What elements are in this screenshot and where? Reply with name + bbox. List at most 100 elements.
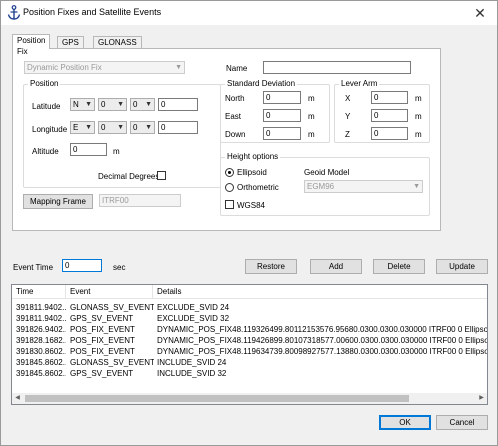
ellipsoid-radio[interactable]	[225, 168, 234, 177]
lever-x-input[interactable]: 0	[371, 91, 408, 104]
position-fix-panel: Dynamic Position Fix ▼ Name Position Lat…	[12, 48, 441, 231]
time-cell: 391828.1682...	[16, 336, 66, 345]
events-table[interactable]: Time Event Details 391811.9402... GLONASS…	[11, 284, 488, 405]
orthometric-label: Orthometric	[237, 183, 279, 192]
latitude-minutes-select[interactable]: 0 ▼	[130, 98, 155, 111]
longitude-label: Longitude	[32, 125, 68, 134]
longitude-hemisphere-select[interactable]: E ▼	[70, 121, 95, 134]
lever-y-label: Y	[345, 112, 351, 121]
decimal-degrees-checkbox[interactable]	[157, 171, 166, 180]
scrollbar-thumb[interactable]	[25, 395, 409, 402]
chevron-down-icon: ▼	[117, 101, 124, 108]
lever-z-input[interactable]: 0	[371, 127, 408, 140]
north-unit: m	[308, 94, 315, 103]
chevron-down-icon: ▼	[117, 124, 124, 131]
north-label: North	[225, 94, 245, 103]
details-cell: INCLUDE_SVID 24	[157, 358, 227, 367]
chevron-down-icon: ▼	[85, 101, 92, 108]
longitude-seconds-input[interactable]: 0	[158, 121, 198, 134]
decimal-degrees-label: Decimal Degrees	[98, 172, 160, 181]
add-button[interactable]: Add	[310, 259, 362, 274]
longitude-minutes-select[interactable]: 0 ▼	[130, 121, 155, 134]
details-cell: INCLUDE_SVID 32	[157, 369, 227, 378]
scroll-left-icon[interactable]: ◀	[12, 393, 23, 404]
mapping-frame-button[interactable]: Mapping Frame	[23, 194, 93, 209]
ok-button[interactable]: OK	[379, 415, 431, 430]
east-unit: m	[308, 112, 315, 121]
table-row[interactable]: 391826.9402... POS_FIX_EVENT DYNAMIC_POS_F…	[12, 324, 487, 335]
time-cell: 391830.8602...	[16, 347, 66, 356]
name-input[interactable]	[263, 61, 411, 74]
latitude-hemisphere-select[interactable]: N ▼	[70, 98, 95, 111]
lever-arm-group-title: Lever Arm	[339, 79, 380, 88]
east-std-input[interactable]: 0	[263, 109, 301, 122]
standard-deviation-group-title: Standard Deviation	[225, 79, 298, 88]
altitude-label: Altitude	[32, 147, 59, 156]
longitude-degrees-select[interactable]: 0 ▼	[98, 121, 127, 134]
geoid-model-select[interactable]: EGM96 ▼	[304, 180, 423, 193]
height-options-group: Height options Ellipsoid Geoid Model Ort…	[220, 152, 430, 216]
table-row[interactable]: 391811.9402... GPS_SV_EVENT EXCLUDE_SVID 3…	[12, 313, 487, 324]
table-row[interactable]: 391830.8602... POS_FIX_EVENT DYNAMIC_POS_F…	[12, 346, 487, 357]
time-cell: 391811.9402...	[16, 314, 66, 323]
position-group-title: Position	[28, 79, 61, 88]
column-header-details[interactable]: Details	[153, 287, 181, 299]
close-icon: ✕	[474, 5, 486, 21]
latitude-seconds-input[interactable]: 0	[158, 98, 198, 111]
orthometric-radio[interactable]	[225, 183, 234, 192]
chevron-down-icon: ▼	[175, 64, 182, 71]
details-cell: EXCLUDE_SVID 24	[157, 303, 230, 312]
scroll-right-icon[interactable]: ▶	[476, 393, 487, 404]
table-row[interactable]: 391845.8602... GLONASS_SV_EVENT INCLUDE_SV…	[12, 357, 487, 368]
mapping-frame-field: ITRF00	[99, 194, 181, 207]
altitude-input[interactable]: 0	[70, 143, 107, 156]
update-button[interactable]: Update	[436, 259, 488, 274]
ellipsoid-label: Ellipsoid	[237, 168, 267, 177]
title-bar: Position Fixes and Satellite Events ✕	[1, 1, 497, 25]
details-cell: DYNAMIC_POS_FIX48.119426899.80107318577.…	[157, 336, 487, 345]
table-row[interactable]: 391845.8602... GPS_SV_EVENT INCLUDE_SVID 3…	[12, 368, 487, 379]
horizontal-scrollbar[interactable]: ◀ ▶	[12, 393, 487, 404]
position-group: Position Latitude N ▼ 0 ▼ 0 ▼ 0 Longitud…	[23, 79, 221, 188]
tab-position-fix[interactable]: Position Fix	[12, 34, 51, 56]
window-title: Position Fixes and Satellite Events	[23, 7, 162, 17]
wgs84-checkbox[interactable]	[225, 200, 234, 209]
event-time-input[interactable]: 0	[62, 259, 102, 272]
restore-button[interactable]: Restore	[245, 259, 297, 274]
event-cell: GPS_SV_EVENT	[70, 314, 134, 323]
close-button[interactable]: ✕	[463, 1, 497, 25]
time-cell: 391845.8602...	[16, 358, 66, 367]
lever-y-input[interactable]: 0	[371, 109, 408, 122]
lever-z-unit: m	[415, 130, 422, 139]
chevron-down-icon: ▼	[85, 124, 92, 131]
chevron-down-icon: ▼	[145, 101, 152, 108]
event-cell: POS_FIX_EVENT	[70, 336, 135, 345]
dialog-window: Position Fixes and Satellite Events ✕ Po…	[0, 0, 498, 446]
time-cell: 391826.9402...	[16, 325, 66, 334]
table-row[interactable]: 391811.9402... GLONASS_SV_EVENT EXCLUDE_SV…	[12, 302, 487, 313]
cancel-button[interactable]: Cancel	[436, 415, 488, 430]
tab-glonass-sv[interactable]: GLONASS SV	[93, 36, 142, 58]
column-header-time[interactable]: Time	[12, 287, 33, 299]
table-header: Time Event Details	[12, 285, 487, 299]
latitude-degrees-select[interactable]: 0 ▼	[98, 98, 127, 111]
altitude-unit: m	[113, 147, 120, 156]
latitude-label: Latitude	[32, 102, 61, 111]
event-cell: POS_FIX_EVENT	[70, 347, 135, 356]
north-std-input[interactable]: 0	[263, 91, 301, 104]
anchor-icon	[7, 5, 21, 20]
event-time-label: Event Time	[13, 263, 54, 272]
column-header-event[interactable]: Event	[66, 287, 90, 299]
down-std-input[interactable]: 0	[263, 127, 301, 140]
delete-button[interactable]: Delete	[373, 259, 425, 274]
geoid-model-label: Geoid Model	[304, 168, 350, 177]
event-cell: POS_FIX_EVENT	[70, 325, 135, 334]
tab-gps-sv[interactable]: GPS SV	[57, 36, 84, 58]
time-cell: 391845.8602...	[16, 369, 66, 378]
table-row[interactable]: 391828.1682... POS_FIX_EVENT DYNAMIC_POS_F…	[12, 335, 487, 346]
lever-x-unit: m	[415, 94, 422, 103]
fix-type-select[interactable]: Dynamic Position Fix ▼	[24, 61, 185, 74]
chevron-down-icon: ▼	[413, 183, 420, 190]
details-cell: DYNAMIC_POS_FIX48.119634739.80098927577.…	[157, 347, 487, 356]
name-label: Name	[226, 64, 248, 73]
